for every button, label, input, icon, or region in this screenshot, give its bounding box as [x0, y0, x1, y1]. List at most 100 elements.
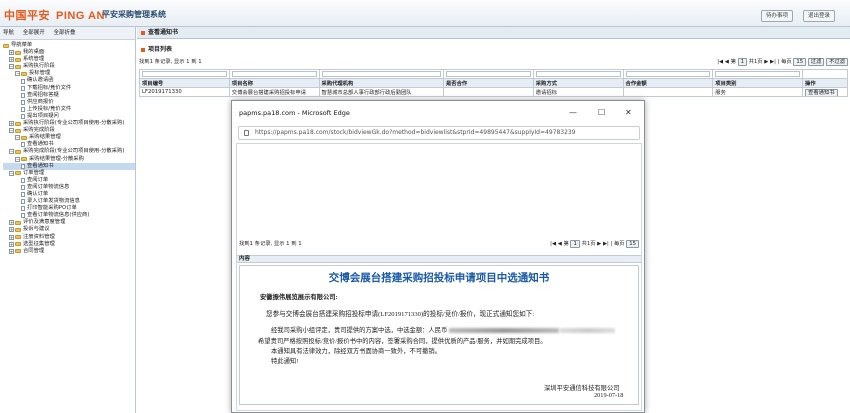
page-icon: [21, 106, 25, 112]
nav-tree: 导航菜单 + 我的桌面 + 系统管理 − 采购执行阶段 − 投标管理 确认邀请函 下载招标/竞价文件…: [0, 40, 135, 255]
column-filter-input[interactable]: [445, 71, 531, 77]
expand-icon[interactable]: +: [9, 220, 14, 226]
nav-item[interactable]: 查阅招标答疑: [3, 92, 135, 99]
address-bar[interactable]: https://papms.pa18.com/stock/bidviewGk.d…: [238, 126, 640, 140]
column-header[interactable]: 是否合作: [442, 78, 534, 88]
page-icon: [21, 113, 25, 119]
collapse-icon[interactable]: −: [9, 128, 14, 134]
expand-all-button[interactable]: 全部展开: [23, 30, 45, 36]
popup-content: 找到1 条记录, 显示 1 到 1 |◀ ◀ 第 1 共1页 ▶ ▶| | 每页…: [236, 143, 642, 411]
column-filter-input[interactable]: [321, 71, 441, 77]
collapse-icon[interactable]: −: [15, 135, 20, 141]
column-filter-input[interactable]: [715, 71, 801, 77]
filter-button[interactable]: 过滤: [807, 58, 825, 66]
collapse-icon[interactable]: −: [9, 149, 14, 155]
page-title: 查看通知书: [137, 27, 850, 39]
expand-icon[interactable]: +: [9, 234, 14, 240]
notice-signer: 深圳平安通信科技有限公司: [544, 385, 620, 392]
table-cell: [442, 87, 534, 97]
nav-item[interactable]: 查看通知书: [3, 162, 135, 170]
nav-item-label: 确认邀请函: [27, 77, 54, 84]
maximize-icon[interactable]: ☐: [598, 108, 605, 117]
nav-item[interactable]: 查阅订单: [3, 177, 135, 184]
column-header[interactable]: 采购方式: [532, 78, 624, 88]
popup-page-input[interactable]: 1: [570, 240, 580, 248]
collapse-icon[interactable]: −: [9, 170, 14, 176]
nav-item[interactable]: + 合同管理: [3, 248, 135, 255]
column-header[interactable]: 合作金额: [622, 78, 714, 88]
nav-tab[interactable]: 导航: [3, 30, 14, 36]
unfilter-button[interactable]: 不过滤: [826, 58, 848, 66]
nav-item[interactable]: + 投诉与建议: [3, 226, 135, 233]
nav-item[interactable]: − 采购完成阶段: [3, 127, 135, 134]
column-header[interactable]: 项目编号: [139, 78, 230, 88]
expand-icon[interactable]: +: [9, 121, 14, 127]
column-filter-input[interactable]: [231, 71, 317, 77]
folder-icon: [21, 71, 27, 76]
filter-cell: [139, 69, 230, 79]
nav-item[interactable]: − 采购完成阶段(专业公司项目使用-分散采购): [3, 148, 135, 155]
nav-item[interactable]: − 投标管理: [3, 70, 135, 77]
collapse-icon[interactable]: −: [9, 64, 14, 70]
column-header[interactable]: 项目类别: [712, 78, 804, 88]
nav-item[interactable]: − 订单管理: [3, 170, 135, 177]
nav-item[interactable]: 确认订单: [3, 191, 135, 198]
filter-cell: [318, 69, 444, 79]
nav-item[interactable]: − 采购结果管理: [3, 134, 135, 141]
pager: 找到1 条记录, 显示 1 到 1 |◀ ◀ 第 1 共1页 ▶ ▶| | 每页…: [139, 57, 848, 67]
todo-button[interactable]: 待办事项: [761, 10, 794, 22]
nav-item-label: 注册资料管理: [23, 233, 55, 240]
nav-item[interactable]: 查阅订单物流信息: [3, 184, 135, 191]
column-filter-input[interactable]: [625, 71, 711, 77]
nav-item[interactable]: 下载招标/竞价文件: [3, 85, 135, 92]
project-table: 项目编号 项目名称 采购代理机构 是否合作 采购方式 合作金额 项目类别 操作 LF20191…: [139, 69, 848, 97]
view-notice-button[interactable]: 查看通知书: [805, 89, 838, 96]
column-filter-input[interactable]: [535, 71, 621, 77]
popup-per-page-select[interactable]: 15: [626, 240, 639, 248]
table-cell: [622, 87, 714, 97]
redacted-amount-figure: [560, 328, 616, 334]
page-icon: [21, 142, 25, 148]
expand-icon[interactable]: +: [9, 241, 14, 247]
redacted-amount: [448, 328, 559, 334]
expand-icon[interactable]: +: [9, 57, 14, 63]
notice-line-4: 本通知具有法律效力，除经双方书面协商一致外，不可撤销。: [271, 348, 442, 355]
nav-item[interactable]: − 采购执行阶段: [3, 63, 135, 70]
logout-button[interactable]: 退出登录: [803, 10, 836, 22]
column-filter-input[interactable]: [142, 71, 227, 77]
nav-item[interactable]: 上传投标/竞价文件: [3, 106, 135, 113]
notice-line-3: 希望贵司严格按照投标/竞价/报价书中的内容，签署采购合同，提供优质的产品/服务，…: [258, 338, 547, 345]
collapse-icon[interactable]: −: [15, 156, 20, 162]
close-icon[interactable]: ✕: [625, 108, 632, 117]
folder-icon: [15, 128, 21, 133]
nav-item[interactable]: + 选型征集管理: [3, 241, 135, 248]
nav-item-label: 提出项目疑问: [27, 112, 59, 119]
collapse-icon[interactable]: −: [15, 71, 20, 77]
expand-icon[interactable]: +: [9, 248, 14, 254]
nav-item-label: 查阅订单物流信息: [27, 183, 70, 190]
nav-item[interactable]: − 采购结果管理-分散采购: [3, 156, 135, 163]
nav-item-label: 上传投标/竞价文件: [27, 105, 72, 112]
nav-item[interactable]: + 注册资料管理: [3, 234, 135, 241]
folder-icon: [15, 57, 21, 62]
per-page-select[interactable]: 15: [793, 58, 807, 66]
popup-pager-nav-icons[interactable]: |◀ ◀: [550, 241, 563, 247]
page-icon: [21, 99, 25, 105]
expand-icon[interactable]: +: [9, 50, 14, 56]
pager-nav-icons[interactable]: |◀ ◀: [717, 59, 730, 65]
nav-item-label: 采购结果管理-分散采购: [29, 155, 84, 162]
minimize-icon[interactable]: —: [569, 108, 577, 117]
column-header[interactable]: 操作: [802, 78, 848, 88]
expand-icon[interactable]: +: [9, 227, 14, 233]
folder-icon: [15, 171, 21, 176]
collapse-all-button[interactable]: 全部折叠: [54, 30, 76, 36]
nav-item[interactable]: 确认邀请函: [3, 77, 135, 84]
page-icon: [21, 177, 25, 183]
title-bullet-icon: [141, 30, 145, 35]
nav-item[interactable]: 提出项目疑问: [3, 113, 135, 120]
column-header[interactable]: 采购代理机构: [318, 78, 444, 88]
nav-item[interactable]: 供应商报价: [3, 99, 135, 106]
page-icon: [21, 92, 25, 98]
column-header[interactable]: 项目名称: [228, 78, 320, 88]
page-input[interactable]: 1: [737, 58, 747, 66]
